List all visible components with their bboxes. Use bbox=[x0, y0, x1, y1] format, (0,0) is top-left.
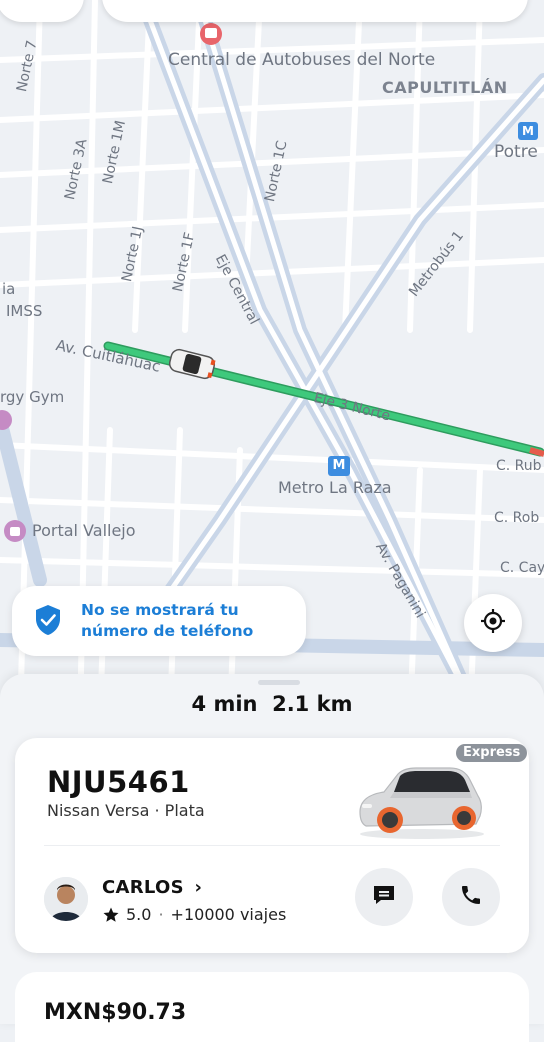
metro-icon-potrero: M bbox=[518, 122, 538, 140]
map-label-gym: rgy Gym bbox=[0, 388, 65, 406]
rating-value: 5.0 bbox=[126, 905, 152, 924]
metro-icon: M bbox=[328, 456, 350, 476]
driver-avatar[interactable] bbox=[44, 877, 88, 921]
trip-count: +10000 viajes bbox=[170, 905, 287, 924]
driver-name[interactable]: CARLOS › bbox=[102, 877, 202, 898]
map-label-c-cay: C. Cay bbox=[500, 560, 544, 576]
vehicle-image bbox=[354, 764, 486, 844]
vehicle-model: Nissan Versa bbox=[47, 801, 150, 820]
eta-distance: 2.1 km bbox=[272, 692, 353, 716]
vehicle-color: Plata bbox=[164, 801, 205, 820]
driver-name-text: CARLOS bbox=[102, 877, 184, 898]
bus-station-pin bbox=[200, 23, 222, 45]
map-label-potrero: Potre bbox=[494, 142, 538, 162]
card-divider bbox=[44, 845, 500, 846]
star-icon bbox=[102, 906, 120, 924]
poi-pin-left bbox=[0, 410, 12, 430]
phone-icon bbox=[459, 883, 483, 911]
car-marker bbox=[168, 348, 216, 380]
chat-icon bbox=[372, 884, 396, 910]
chevron-right-icon: › bbox=[194, 877, 203, 898]
crosshair-icon bbox=[480, 608, 506, 638]
trip-price: MXN$90.73 bbox=[44, 1000, 187, 1025]
driver-rating: 5.0 · +10000 viajes bbox=[102, 905, 286, 924]
service-badge: Express bbox=[456, 744, 528, 762]
top-search-bar[interactable] bbox=[102, 0, 528, 22]
map-label-capultitlan: CAPULTITLÁN bbox=[382, 78, 508, 97]
map-label-portal: Portal Vallejo bbox=[32, 521, 136, 540]
message-button[interactable] bbox=[355, 868, 413, 926]
vehicle-plate: NJU5461 bbox=[47, 765, 190, 799]
vehicle-description: Nissan Versa · Plata bbox=[47, 801, 205, 820]
privacy-notice: No se mostrará tu número de teléfono bbox=[12, 586, 306, 656]
shopping-pin bbox=[4, 520, 26, 542]
map-label-imss: IMSS bbox=[6, 302, 43, 320]
rating-dot: · bbox=[158, 905, 164, 924]
trip-eta: 4 min 2.1 km bbox=[0, 692, 544, 716]
vehicle-separator: · bbox=[154, 801, 160, 820]
eta-time: 4 min bbox=[191, 692, 258, 716]
recenter-button[interactable] bbox=[464, 594, 522, 652]
privacy-notice-text: No se mostrará tu número de teléfono bbox=[81, 601, 254, 640]
map-label-imss-prefix: ia bbox=[2, 280, 16, 298]
map-label-c-rub: C. Rub bbox=[496, 458, 542, 474]
shield-check-icon bbox=[34, 604, 62, 640]
map-label-central: Central de Autobuses del Norte bbox=[168, 50, 436, 70]
map-label-c-rob: C. Rob bbox=[494, 510, 540, 526]
call-button[interactable] bbox=[442, 868, 500, 926]
sheet-drag-handle[interactable] bbox=[258, 680, 300, 685]
map-label-metro-raza: Metro La Raza bbox=[278, 478, 392, 497]
